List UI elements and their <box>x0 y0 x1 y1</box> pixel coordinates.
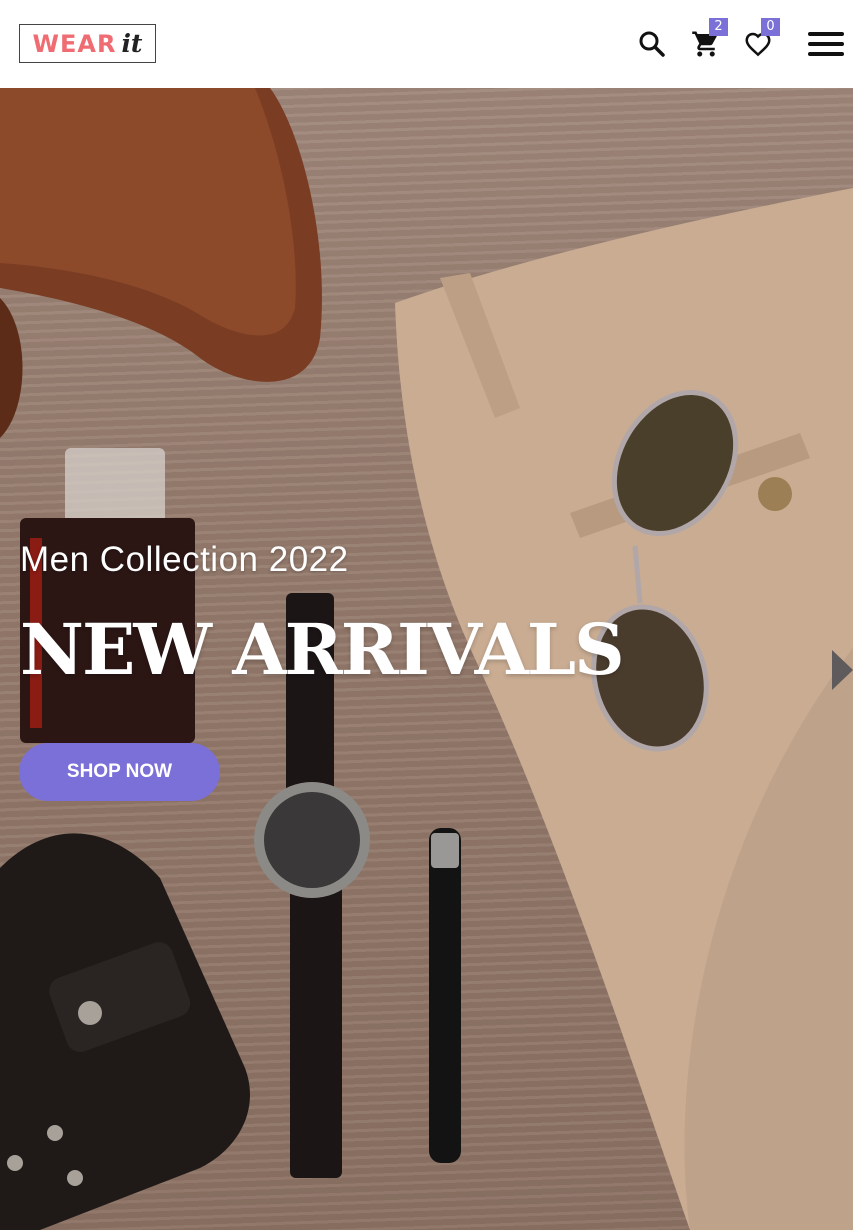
wishlist-count-badge: 0 <box>761 18 780 36</box>
shop-now-button[interactable]: SHOP NOW <box>19 743 220 801</box>
hamburger-menu-button[interactable] <box>808 30 846 58</box>
logo-word: WEAR <box>32 29 117 58</box>
menu-line <box>808 42 844 46</box>
cart-count-badge: 2 <box>709 18 728 36</box>
search-icon <box>639 31 665 57</box>
site-header: WEAR it 2 0 <box>0 0 853 88</box>
cart-button[interactable]: 2 <box>686 18 728 66</box>
hero-subtitle: Men Collection 2022 <box>20 540 349 579</box>
hero-title: NEW ARRIVALS <box>20 608 625 691</box>
brand-logo[interactable]: WEAR it <box>19 24 156 63</box>
menu-line <box>808 52 844 56</box>
hero-banner: Men Collection 2022 NEW ARRIVALS SHOP NO… <box>0 88 853 1230</box>
logo-accent: it <box>121 29 143 58</box>
next-arrow-icon[interactable] <box>832 650 853 690</box>
search-button[interactable] <box>632 22 672 66</box>
wishlist-button[interactable]: 0 <box>738 18 780 66</box>
menu-line <box>808 32 844 36</box>
